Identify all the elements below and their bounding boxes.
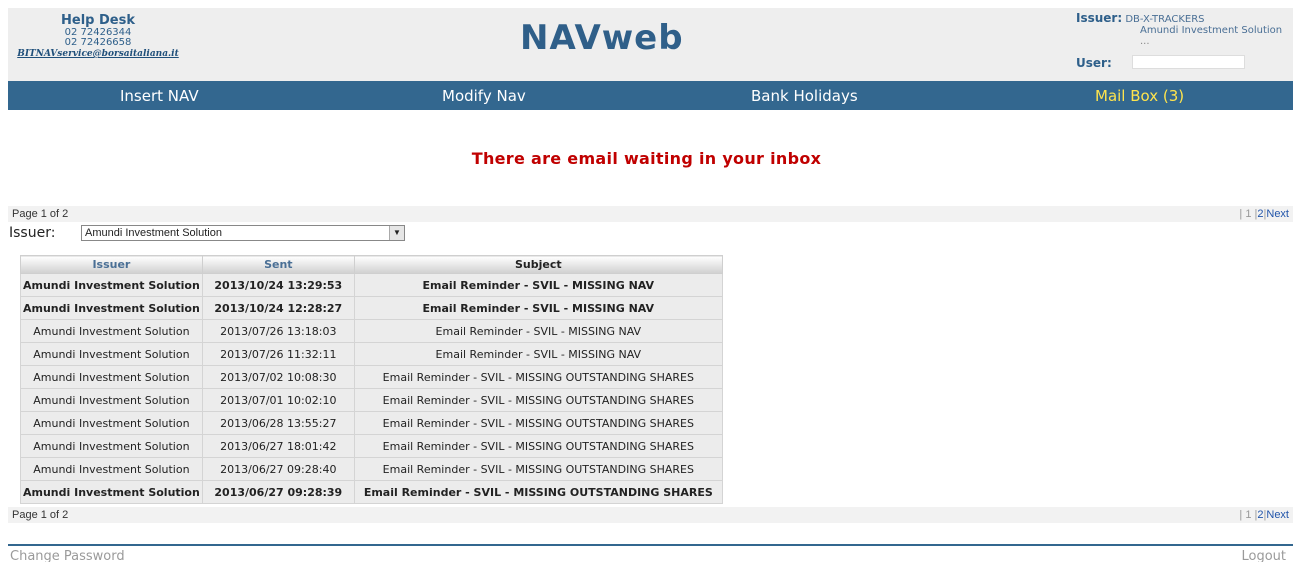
- nav-bank-holidays[interactable]: Bank Holidays: [751, 87, 858, 105]
- header: Help Desk 02 72426344 02 72426658 BITNAV…: [8, 8, 1293, 81]
- cell-sent: 2013/07/02 10:08:30: [201, 365, 355, 389]
- table-row[interactable]: Amundi Investment Solution 2013/07/26 11…: [20, 342, 723, 366]
- cell-sent: 2013/06/27 09:28:39: [201, 480, 355, 504]
- cell-subject: Email Reminder - SVIL - MISSING OUTSTAND…: [353, 457, 723, 481]
- cell-issuer: Amundi Investment Solution: [20, 411, 203, 435]
- cell-subject: Email Reminder - SVIL - MISSING OUTSTAND…: [353, 411, 723, 435]
- table-row[interactable]: Amundi Investment Solution 2013/06/27 09…: [20, 480, 723, 504]
- table-row[interactable]: Amundi Investment Solution 2013/07/26 13…: [20, 319, 723, 343]
- pager-separator: |: [1239, 208, 1243, 220]
- issuer-select-value: Amundi Investment Solution: [85, 227, 222, 239]
- page-1-current: 1: [1245, 208, 1252, 220]
- column-header-issuer[interactable]: Issuer: [20, 255, 203, 274]
- issuer-info: Issuer: DB-X-TRACKERS Amundi Investment …: [1076, 11, 1291, 47]
- inbox-notice: There are email waiting in your inbox: [471, 149, 822, 168]
- issuer-filter: Issuer: Amundi Investment Solution ▼: [9, 225, 405, 241]
- pager-separator: |: [1239, 509, 1243, 521]
- cell-issuer: Amundi Investment Solution: [20, 319, 203, 343]
- issuer-name: Amundi Investment Solution: [1140, 25, 1283, 36]
- issuer-more: ...: [1140, 36, 1150, 47]
- helpdesk-email-link[interactable]: BITNAVservice@borsaitaliana.it: [8, 49, 188, 59]
- cell-subject: Email Reminder - SVIL - MISSING OUTSTAND…: [353, 365, 723, 389]
- cell-subject: Email Reminder - SVIL - MISSING NAV: [353, 273, 723, 297]
- cell-subject: Email Reminder - SVIL - MISSING NAV: [353, 342, 723, 366]
- change-password-link[interactable]: Change Password: [10, 549, 125, 562]
- table-row[interactable]: Amundi Investment Solution 2013/07/02 10…: [20, 365, 723, 389]
- logout-link[interactable]: Logout: [1241, 549, 1286, 562]
- issuer-select[interactable]: Amundi Investment Solution ▼: [81, 225, 405, 241]
- helpdesk-phone-2: 02 72426658: [64, 37, 132, 48]
- pager-bottom: Page 1 of 2 | 1 |2|Next: [8, 507, 1293, 523]
- issuer-filter-label: Issuer:: [9, 225, 56, 241]
- next-page-link[interactable]: Next: [1266, 509, 1289, 521]
- cell-issuer: Amundi Investment Solution: [20, 273, 203, 297]
- main-nav: Insert NAV Modify Nav Bank Holidays Mail…: [8, 81, 1293, 110]
- cell-sent: 2013/06/28 13:55:27: [201, 411, 355, 435]
- cell-issuer: Amundi Investment Solution: [20, 434, 203, 458]
- user-label: User:: [1076, 56, 1112, 70]
- user-field[interactable]: [1132, 55, 1245, 69]
- table-row[interactable]: Amundi Investment Solution 2013/06/27 09…: [20, 457, 723, 481]
- cell-sent: 2013/10/24 12:28:27: [201, 296, 355, 320]
- nav-modify-nav[interactable]: Modify Nav: [442, 87, 526, 105]
- next-page-link[interactable]: Next: [1266, 208, 1289, 220]
- cell-subject: Email Reminder - SVIL - MISSING NAV: [353, 296, 723, 320]
- helpdesk-title: Help Desk: [61, 13, 135, 28]
- table-row[interactable]: Amundi Investment Solution 2013/07/01 10…: [20, 388, 723, 412]
- page-links: | 1 |2|Next: [1239, 208, 1289, 220]
- table-row[interactable]: Amundi Investment Solution 2013/10/24 13…: [20, 273, 723, 297]
- cell-sent: 2013/07/01 10:02:10: [201, 388, 355, 412]
- issuer-code: DB-X-TRACKERS: [1125, 14, 1205, 25]
- helpdesk-info: Help Desk 02 72426344 02 72426658 BITNAV…: [8, 13, 188, 60]
- pager-top: Page 1 of 2 | 1 |2|Next: [8, 206, 1293, 222]
- cell-subject: Email Reminder - SVIL - MISSING OUTSTAND…: [353, 434, 723, 458]
- dropdown-arrow-icon[interactable]: ▼: [389, 226, 404, 240]
- cell-sent: 2013/07/26 13:18:03: [201, 319, 355, 343]
- mail-table: Issuer Sent Subject Amundi Investment So…: [20, 255, 723, 504]
- table-header-row: Issuer Sent Subject: [20, 255, 723, 274]
- nav-insert-nav[interactable]: Insert NAV: [120, 87, 199, 105]
- cell-sent: 2013/06/27 18:01:42: [201, 434, 355, 458]
- user-row: User:: [1076, 55, 1245, 70]
- cell-sent: 2013/07/26 11:32:11: [201, 342, 355, 366]
- cell-issuer: Amundi Investment Solution: [20, 457, 203, 481]
- table-row[interactable]: Amundi Investment Solution 2013/06/27 18…: [20, 434, 723, 458]
- table-row[interactable]: Amundi Investment Solution 2013/10/24 12…: [20, 296, 723, 320]
- cell-issuer: Amundi Investment Solution: [20, 296, 203, 320]
- page-info: Page 1 of 2: [12, 509, 69, 521]
- cell-issuer: Amundi Investment Solution: [20, 388, 203, 412]
- cell-subject: Email Reminder - SVIL - MISSING OUTSTAND…: [353, 480, 723, 504]
- footer-divider: [8, 544, 1293, 546]
- cell-subject: Email Reminder - SVIL - MISSING NAV: [353, 319, 723, 343]
- cell-sent: 2013/10/24 13:29:53: [201, 273, 355, 297]
- issuer-label: Issuer:: [1076, 11, 1123, 25]
- app-logo: NAVweb: [520, 18, 684, 58]
- column-header-sent[interactable]: Sent: [201, 255, 355, 274]
- nav-mail-box[interactable]: Mail Box (3): [1095, 87, 1184, 105]
- cell-issuer: Amundi Investment Solution: [20, 365, 203, 389]
- cell-subject: Email Reminder - SVIL - MISSING OUTSTAND…: [353, 388, 723, 412]
- page-info: Page 1 of 2: [12, 208, 69, 220]
- table-row[interactable]: Amundi Investment Solution 2013/06/28 13…: [20, 411, 723, 435]
- cell-sent: 2013/06/27 09:28:40: [201, 457, 355, 481]
- cell-issuer: Amundi Investment Solution: [20, 480, 203, 504]
- cell-issuer: Amundi Investment Solution: [20, 342, 203, 366]
- column-header-subject: Subject: [353, 255, 723, 274]
- page-1-current: 1: [1245, 509, 1252, 521]
- page-links: | 1 |2|Next: [1239, 509, 1289, 521]
